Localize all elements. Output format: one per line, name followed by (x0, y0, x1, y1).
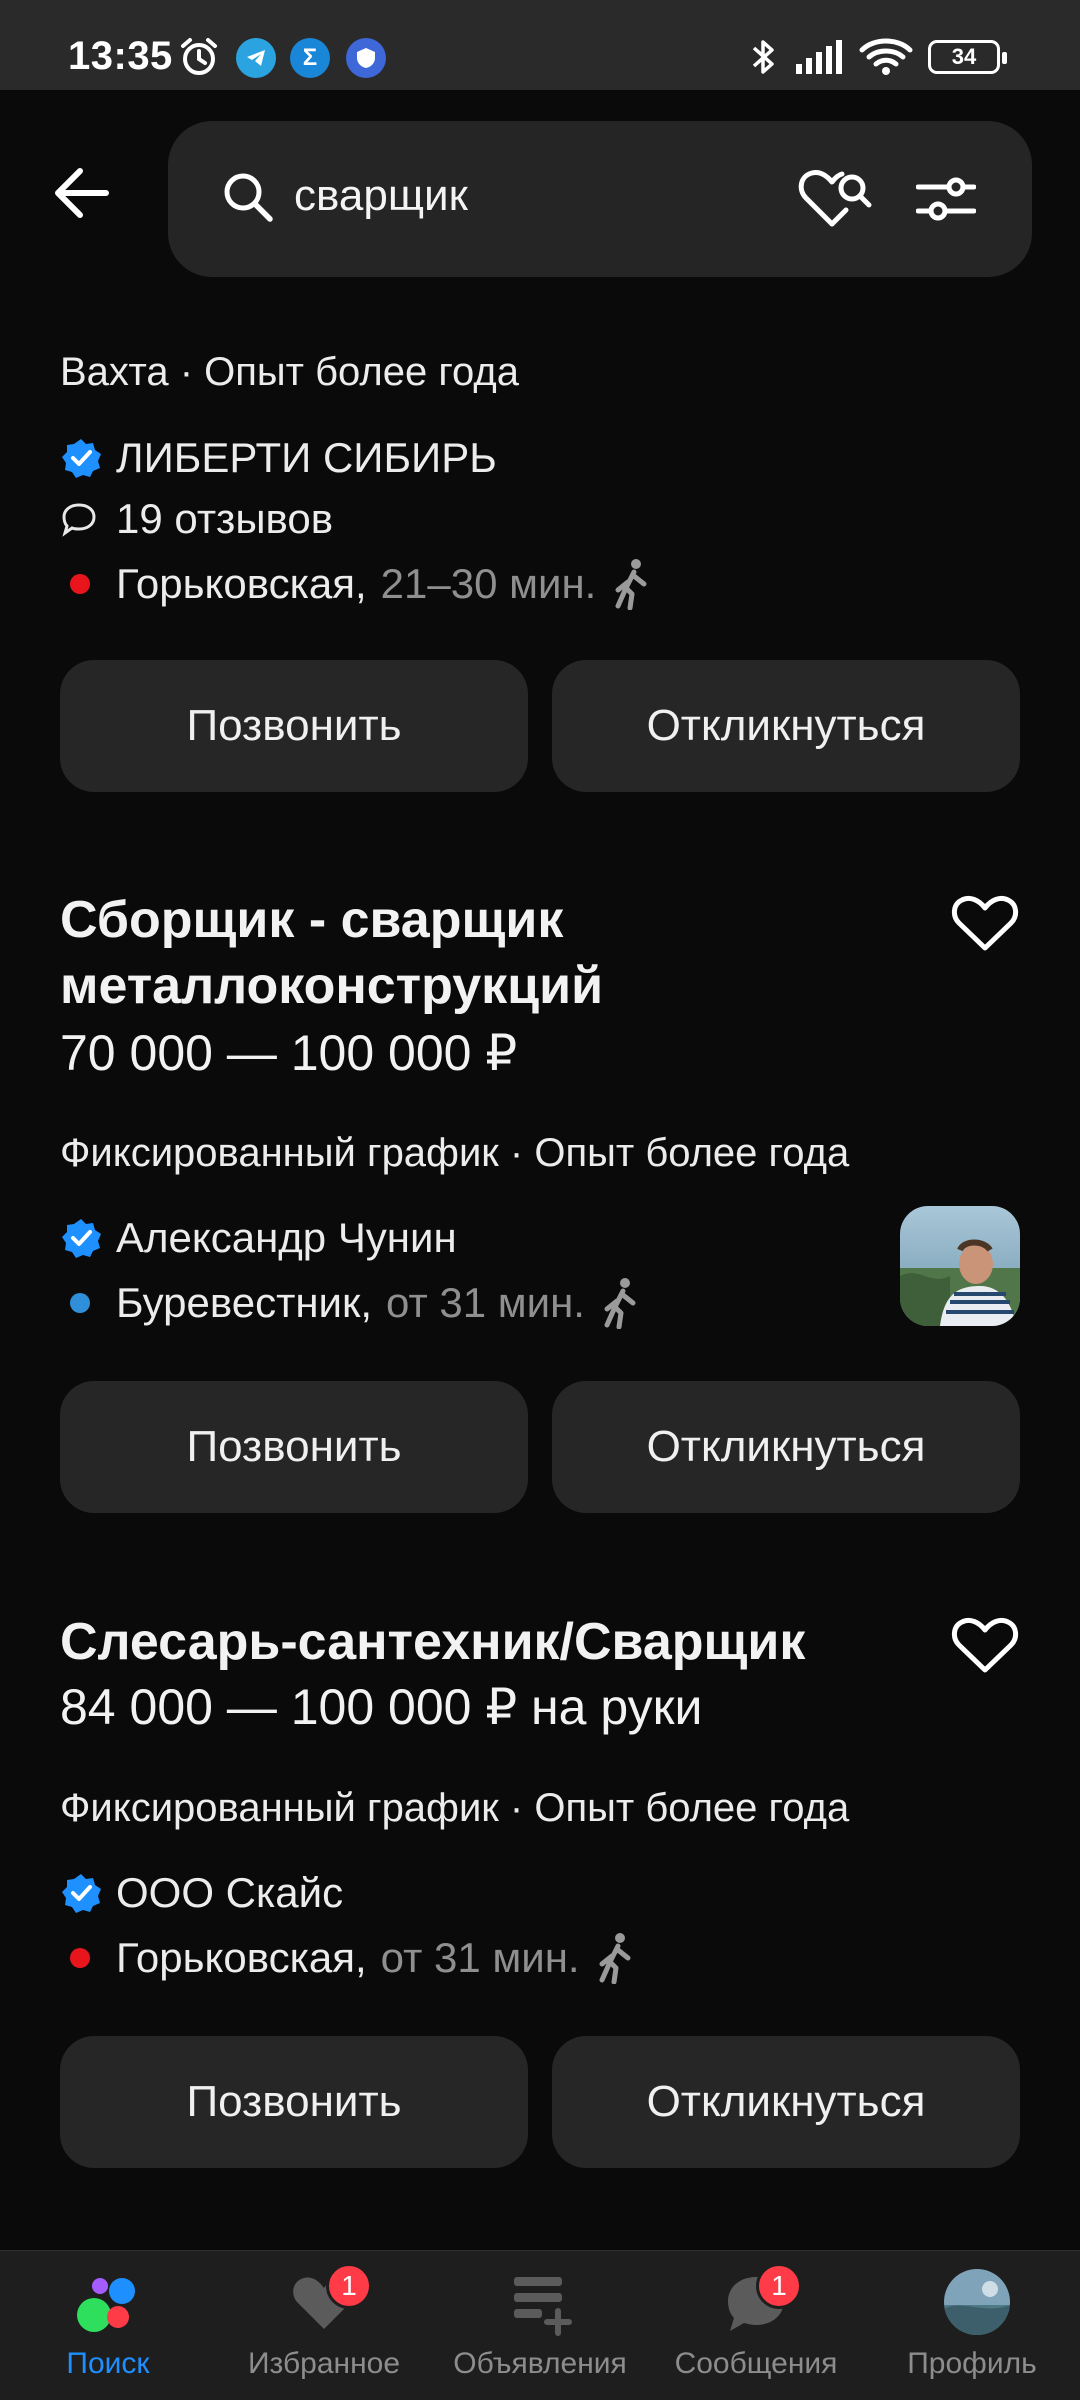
salary: 84 000 — 100 000 ₽ на руки (60, 1679, 703, 1735)
comment-icon (62, 503, 96, 537)
favorite-heart-icon[interactable] (950, 1614, 1020, 1676)
metro-station: Горьковская, (116, 1934, 367, 1981)
call-button[interactable]: Позвонить (60, 660, 528, 792)
verified-icon (62, 1874, 101, 1913)
metro-station: Буревестник, (116, 1279, 373, 1326)
travel-time: от 31 мин. (380, 1934, 580, 1981)
notification-badge: 1 (326, 2263, 372, 2309)
metro-line-dot (70, 1948, 90, 1968)
metro-station: Горьковская, (116, 560, 367, 607)
metro-row: Горьковская, от 31 мин. (60, 1931, 638, 1985)
battery-indicator: 34 (928, 40, 1007, 74)
travel-time: 21–30 мин. (380, 560, 597, 607)
bluetooth-icon (752, 40, 774, 74)
nav-ads[interactable]: Объявления (432, 2251, 648, 2400)
employer-row[interactable]: Александр Чунин (60, 1211, 457, 1265)
travel-time: от 31 мин. (386, 1279, 585, 1326)
employer-row[interactable]: ООО Скайс (60, 1866, 343, 1920)
status-bar: 13:35 Σ 34 (0, 0, 1080, 90)
profile-avatar (944, 2269, 1010, 2335)
back-arrow-icon[interactable] (52, 163, 112, 223)
respond-button[interactable]: Откликнуться (552, 1381, 1020, 1513)
bottom-navigation: Поиск 1 Избранное Объявления 1 Сообщения (0, 2250, 1080, 2400)
employer-name: ЛИБЕРТИ СИБИРЬ (116, 434, 497, 481)
nav-label: Профиль (907, 2347, 1037, 2380)
listing-meta: Фиксированный график · Опыт более года (60, 1131, 850, 1175)
nav-label: Избранное (247, 2347, 401, 2380)
signal-icon (796, 40, 842, 74)
favorite-heart-icon[interactable] (950, 892, 1020, 954)
nav-search[interactable]: Поиск (0, 2251, 216, 2400)
reviews-count: 19 отзывов (116, 495, 334, 542)
respond-button[interactable]: Откликнуться (552, 2036, 1020, 2168)
vacancy-title-line: Сборщик - сварщик (60, 891, 564, 949)
employer-row[interactable]: ЛИБЕРТИ СИБИРЬ (60, 431, 497, 485)
walking-icon (604, 1278, 636, 1329)
verified-icon (62, 439, 101, 478)
search-bar[interactable]: сварщик (168, 121, 1032, 277)
wifi-icon (859, 38, 913, 75)
telegram-icon (236, 38, 276, 78)
employer-avatar[interactable] (900, 1206, 1020, 1326)
nav-favorites[interactable]: 1 Избранное (216, 2251, 432, 2400)
vacancy-title-line: металлоконструкций (60, 957, 604, 1015)
listing-meta: Фиксированный график · Опыт более года (60, 1786, 850, 1830)
call-button[interactable]: Позвонить (60, 1381, 528, 1513)
call-button[interactable]: Позвонить (60, 2036, 528, 2168)
sigma-app-icon: Σ (290, 38, 330, 78)
walking-icon (599, 1933, 631, 1984)
ads-list-icon (514, 2277, 572, 2336)
metro-row: Буревестник, от 31 мин. (60, 1276, 643, 1330)
filter-icon[interactable] (916, 171, 976, 227)
verified-icon (62, 1219, 101, 1258)
nav-profile[interactable]: Профиль (864, 2251, 1080, 2400)
nav-label: Поиск (66, 2347, 150, 2380)
metro-line-dot (70, 1293, 90, 1313)
nav-label: Объявления (453, 2347, 627, 2380)
search-logo-icon (77, 2278, 135, 2332)
salary: 70 000 — 100 000 ₽ (60, 1025, 518, 1081)
listing-meta: Вахта · Опыт более года (60, 350, 519, 394)
walking-icon (615, 559, 647, 610)
saved-search-icon[interactable] (798, 166, 874, 232)
nav-messages[interactable]: 1 Сообщения (648, 2251, 864, 2400)
notification-badge: 1 (756, 2263, 802, 2309)
alarm-icon (181, 38, 217, 75)
battery-level: 34 (951, 44, 977, 69)
employer-name: ООО Скайс (116, 1869, 344, 1916)
shield-app-icon (346, 38, 386, 78)
status-time: 13:35 (68, 34, 173, 78)
search-input[interactable]: сварщик (294, 171, 468, 221)
vacancy-title[interactable]: Сборщик - сварщик металлоконструкций (60, 887, 603, 1019)
vacancy-title[interactable]: Слесарь-сантехник/Сварщик (60, 1609, 805, 1675)
reviews-row[interactable]: 19 отзывов (60, 492, 333, 546)
employer-name: Александр Чунин (116, 1214, 457, 1261)
respond-button[interactable]: Откликнуться (552, 660, 1020, 792)
search-icon (224, 173, 273, 222)
vacancy-title-line: Слесарь-сантехник/Сварщик (60, 1613, 806, 1671)
metro-line-dot (70, 574, 90, 594)
metro-row: Горьковская, 21–30 мин. (60, 557, 654, 611)
nav-label: Сообщения (674, 2347, 838, 2380)
